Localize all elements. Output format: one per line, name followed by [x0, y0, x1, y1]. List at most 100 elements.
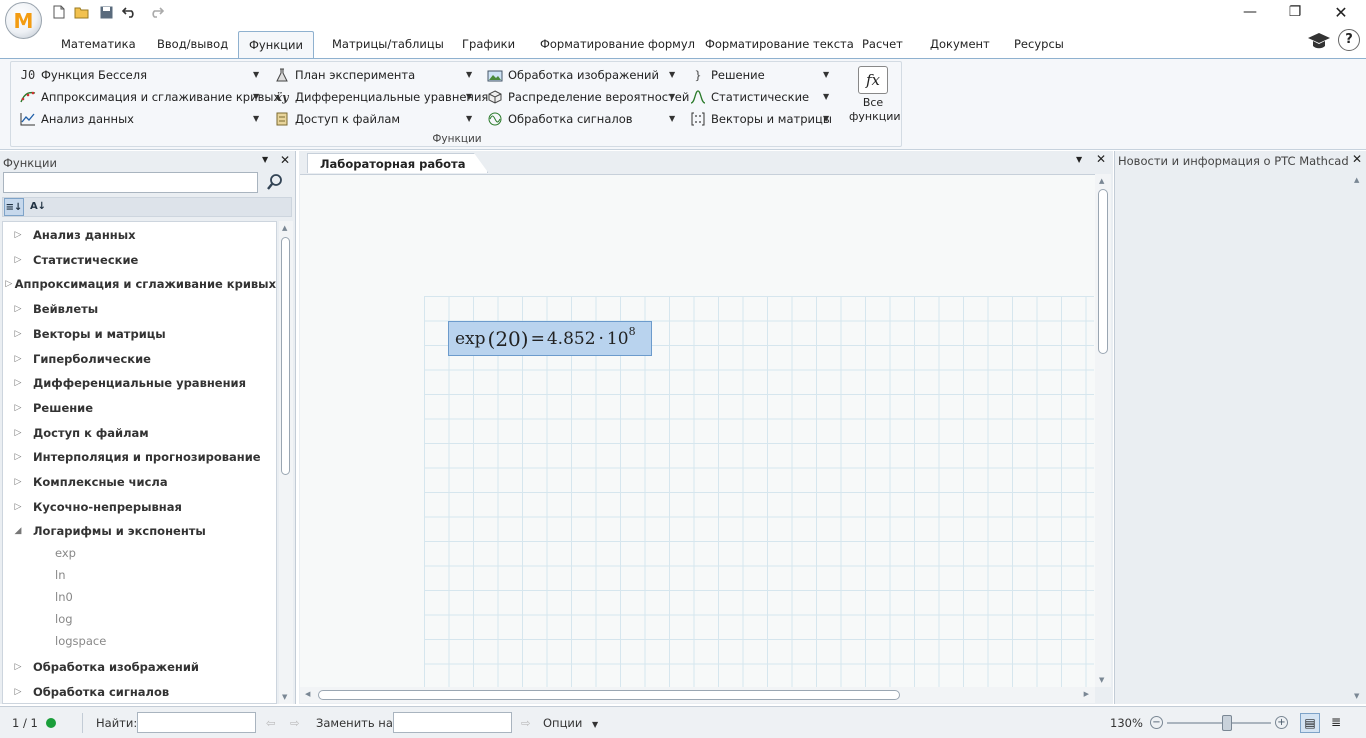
collapsed-arrow-icon[interactable]: ▷	[3, 662, 33, 672]
tree-category[interactable]: ▷ Обработка сигналов	[3, 681, 276, 703]
document-menu-chevron-icon[interactable]: ▼	[1076, 155, 1082, 164]
zoom-slider-thumb[interactable]	[1222, 715, 1232, 731]
tree-category[interactable]: ▷ Интерполяция и прогнозирование	[3, 446, 276, 468]
draft-view-icon[interactable]: ≣	[1326, 713, 1346, 733]
tree-category[interactable]: ◢ Логарифмы и экспоненты	[3, 520, 276, 542]
collapsed-arrow-icon[interactable]: ▷	[3, 452, 33, 462]
chevron-down-icon[interactable]: ▼	[823, 114, 829, 123]
graduation-cap-icon[interactable]	[1306, 30, 1332, 52]
app-logo-button[interactable]: M	[5, 2, 42, 39]
tree-category[interactable]: ▷ Решение	[3, 397, 276, 419]
sort-alphabetical-icon[interactable]: A↓	[28, 198, 48, 216]
chevron-down-icon[interactable]: ▼	[466, 114, 472, 123]
collapsed-arrow-icon[interactable]: ▷	[3, 304, 33, 314]
collapsed-arrow-icon[interactable]: ▷	[3, 378, 33, 388]
tree-category[interactable]: ▷ Кусочно-непрерывная	[3, 496, 276, 518]
panel-close-icon[interactable]: ✕	[280, 153, 290, 167]
new-document-icon[interactable]	[50, 3, 68, 21]
collapsed-arrow-icon[interactable]: ▷	[3, 428, 33, 438]
data-analysis-item[interactable]: Анализ данных	[19, 109, 134, 129]
experiment-design-item[interactable]: План эксперимента	[273, 65, 415, 85]
news-panel-scrollbar[interactable]: ▲ ▼	[1350, 173, 1366, 703]
tree-function-item[interactable]: log	[55, 609, 73, 629]
tree-category[interactable]: ▷ Комплексные числа	[3, 471, 276, 493]
sort-category-icon[interactable]: ≡↓	[4, 198, 24, 216]
zoom-out-icon[interactable]: −	[1150, 716, 1163, 729]
worksheet-horizontal-scrollbar[interactable]: ◀ ▶	[300, 687, 1095, 703]
tree-category[interactable]: ▷ Статистические	[3, 249, 276, 271]
vectors-matrices-item[interactable]: Векторы и матрицы	[689, 109, 832, 129]
replace-icon[interactable]: ⇨	[521, 716, 531, 730]
tab-functions[interactable]: Функции	[238, 31, 314, 58]
signal-processing-item[interactable]: Обработка сигналов	[486, 109, 633, 129]
tree-category[interactable]: ▷ Доступ к файлам	[3, 422, 276, 444]
worksheet-canvas[interactable]: exp (20) = 4.852 · 10 8	[300, 174, 1095, 688]
tab-io[interactable]: Ввод/вывод	[147, 31, 238, 58]
bessel-functions-item[interactable]: J0 Функция Бесселя	[19, 65, 147, 85]
restore-button[interactable]: ❐	[1272, 0, 1318, 24]
tree-category[interactable]: ▷ Векторы и матрицы	[3, 323, 276, 345]
chevron-down-icon[interactable]: ▼	[823, 70, 829, 79]
math-region[interactable]: exp (20) = 4.852 · 10 8	[448, 321, 652, 356]
collapsed-arrow-icon[interactable]: ▷	[3, 255, 33, 265]
curve-fitting-item[interactable]: Аппроксимация и сглаживание кривых	[19, 87, 280, 107]
tree-function-item[interactable]: ln	[55, 565, 65, 585]
find-input[interactable]	[137, 712, 256, 733]
document-close-icon[interactable]: ✕	[1096, 152, 1106, 166]
tab-math-formatting[interactable]: Форматирование формул	[530, 31, 705, 58]
chevron-down-icon[interactable]: ▼	[669, 70, 675, 79]
tab-calculation[interactable]: Расчет	[852, 31, 913, 58]
tree-category[interactable]: ▷ Анализ данных	[3, 224, 276, 246]
all-functions-button[interactable]: fx Все функции	[849, 66, 901, 130]
expanded-arrow-icon[interactable]: ◢	[3, 526, 33, 536]
chevron-down-icon[interactable]: ▼	[466, 92, 472, 101]
zoom-slider[interactable]	[1167, 722, 1271, 724]
tab-resources[interactable]: Ресурсы	[1004, 31, 1074, 58]
collapsed-arrow-icon[interactable]: ▷	[3, 477, 33, 487]
collapsed-arrow-icon[interactable]: ▷	[3, 687, 33, 697]
worksheet-vertical-scrollbar[interactable]: ▲ ▼	[1095, 174, 1111, 687]
find-next-icon[interactable]: ⇨	[290, 716, 300, 730]
search-icon[interactable]	[264, 173, 286, 193]
image-processing-item[interactable]: Обработка изображений	[486, 65, 659, 85]
save-icon[interactable]	[97, 3, 115, 21]
help-button[interactable]: ?	[1338, 29, 1360, 51]
probability-distributions-item[interactable]: Распределение вероятностей	[486, 87, 689, 107]
page-view-icon[interactable]: ▤	[1300, 713, 1320, 733]
scrollbar-thumb[interactable]	[1098, 189, 1108, 354]
tab-matrices[interactable]: Матрицы/таблицы	[322, 31, 454, 58]
close-window-button[interactable]: ✕	[1318, 0, 1364, 24]
collapsed-arrow-icon[interactable]: ▷	[3, 230, 33, 240]
tab-text-formatting[interactable]: Форматирование текста	[695, 31, 864, 58]
tree-function-item[interactable]: logspace	[55, 631, 106, 651]
tree-function-item[interactable]: ln0	[55, 587, 73, 607]
tree-category[interactable]: ▷ Обработка изображений	[3, 656, 276, 678]
tree-category[interactable]: ▷ Аппроксимация и сглаживание кривых	[3, 273, 276, 295]
open-folder-icon[interactable]	[73, 3, 91, 21]
collapsed-arrow-icon[interactable]: ▷	[3, 279, 15, 289]
chevron-down-icon[interactable]: ▼	[669, 114, 675, 123]
collapsed-arrow-icon[interactable]: ▷	[3, 354, 33, 364]
chevron-down-icon[interactable]: ▼	[253, 114, 259, 123]
tab-plots[interactable]: Графики	[452, 31, 525, 58]
replace-input[interactable]	[393, 712, 512, 733]
tab-math[interactable]: Математика	[51, 31, 146, 58]
differential-equations-item[interactable]: ẍy Дифференциальные уравнения	[273, 87, 489, 107]
statistics-item[interactable]: Статистические	[689, 87, 809, 107]
panel-menu-chevron-icon[interactable]: ▼	[262, 155, 268, 164]
collapsed-arrow-icon[interactable]: ▷	[3, 403, 33, 413]
find-previous-icon[interactable]: ⇦	[266, 716, 276, 730]
scrollbar-thumb[interactable]	[281, 237, 290, 475]
chevron-down-icon[interactable]: ▼	[466, 70, 472, 79]
news-panel-close-icon[interactable]: ✕	[1352, 152, 1362, 166]
functions-search-input[interactable]	[3, 172, 258, 193]
undo-icon[interactable]	[121, 3, 139, 21]
options-button[interactable]: Опции ▼	[543, 716, 598, 730]
functions-tree-scrollbar[interactable]: ▲ ▼	[279, 221, 293, 704]
document-tab[interactable]: Лабораторная работа	[307, 153, 489, 173]
redo-icon[interactable]	[147, 3, 165, 21]
tab-document[interactable]: Документ	[920, 31, 1000, 58]
chevron-down-icon[interactable]: ▼	[253, 70, 259, 79]
tree-category[interactable]: ▷ Вейвлеты	[3, 298, 276, 320]
tree-function-item[interactable]: exp	[55, 543, 76, 563]
